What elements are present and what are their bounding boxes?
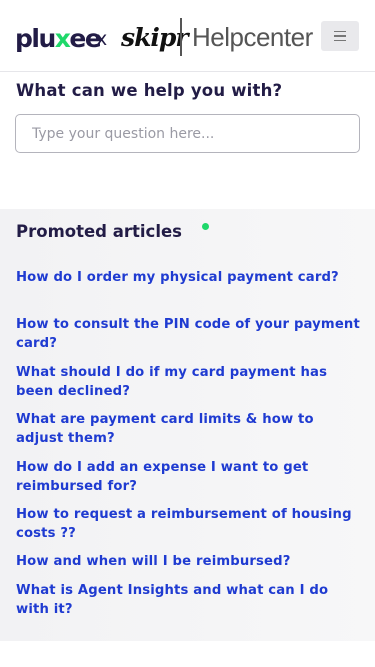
brand-separator: x [96, 28, 108, 50]
hamburger-menu-icon [334, 35, 346, 37]
promoted-articles-section: Promoted articles How do I order my phys… [0, 209, 375, 641]
article-link-housing-costs[interactable]: How to request a reimbursement of housin… [16, 505, 364, 543]
hamburger-menu-icon [334, 39, 346, 42]
skipr-logo[interactable]: skipr [121, 25, 189, 50]
pluxee-logo-x: x [54, 24, 71, 53]
article-link-agent-insights[interactable]: What is Agent Insights and what can I do… [16, 581, 364, 619]
hamburger-menu-icon [334, 30, 346, 33]
logo-divider [180, 18, 182, 56]
hamburger-menu-button[interactable] [321, 21, 359, 51]
promoted-articles-title: Promoted articles [16, 222, 182, 241]
pluxee-logo-part: plu [15, 24, 56, 53]
article-link-order-card[interactable]: How do I order my physical payment card? [16, 268, 364, 287]
brand-dot [202, 223, 209, 230]
article-link-payment-declined[interactable]: What should I do if my card payment has … [16, 363, 364, 401]
site-header: pluxee x skipr Helpcenter [0, 0, 375, 72]
article-link-pin-code[interactable]: How to consult the PIN code of your paym… [16, 315, 364, 353]
pluxee-logo[interactable]: pluxee [15, 24, 102, 53]
helpcenter-title[interactable]: Helpcenter [192, 24, 313, 50]
article-link-reimbursed[interactable]: How and when will I be reimbursed? [16, 552, 364, 571]
article-link-add-expense[interactable]: How do I add an expense I want to get re… [16, 458, 364, 496]
search-heading: What can we help you with? [16, 81, 283, 100]
search-input[interactable] [15, 114, 360, 153]
article-link-card-limits[interactable]: What are payment card limits & how to ad… [16, 410, 364, 448]
